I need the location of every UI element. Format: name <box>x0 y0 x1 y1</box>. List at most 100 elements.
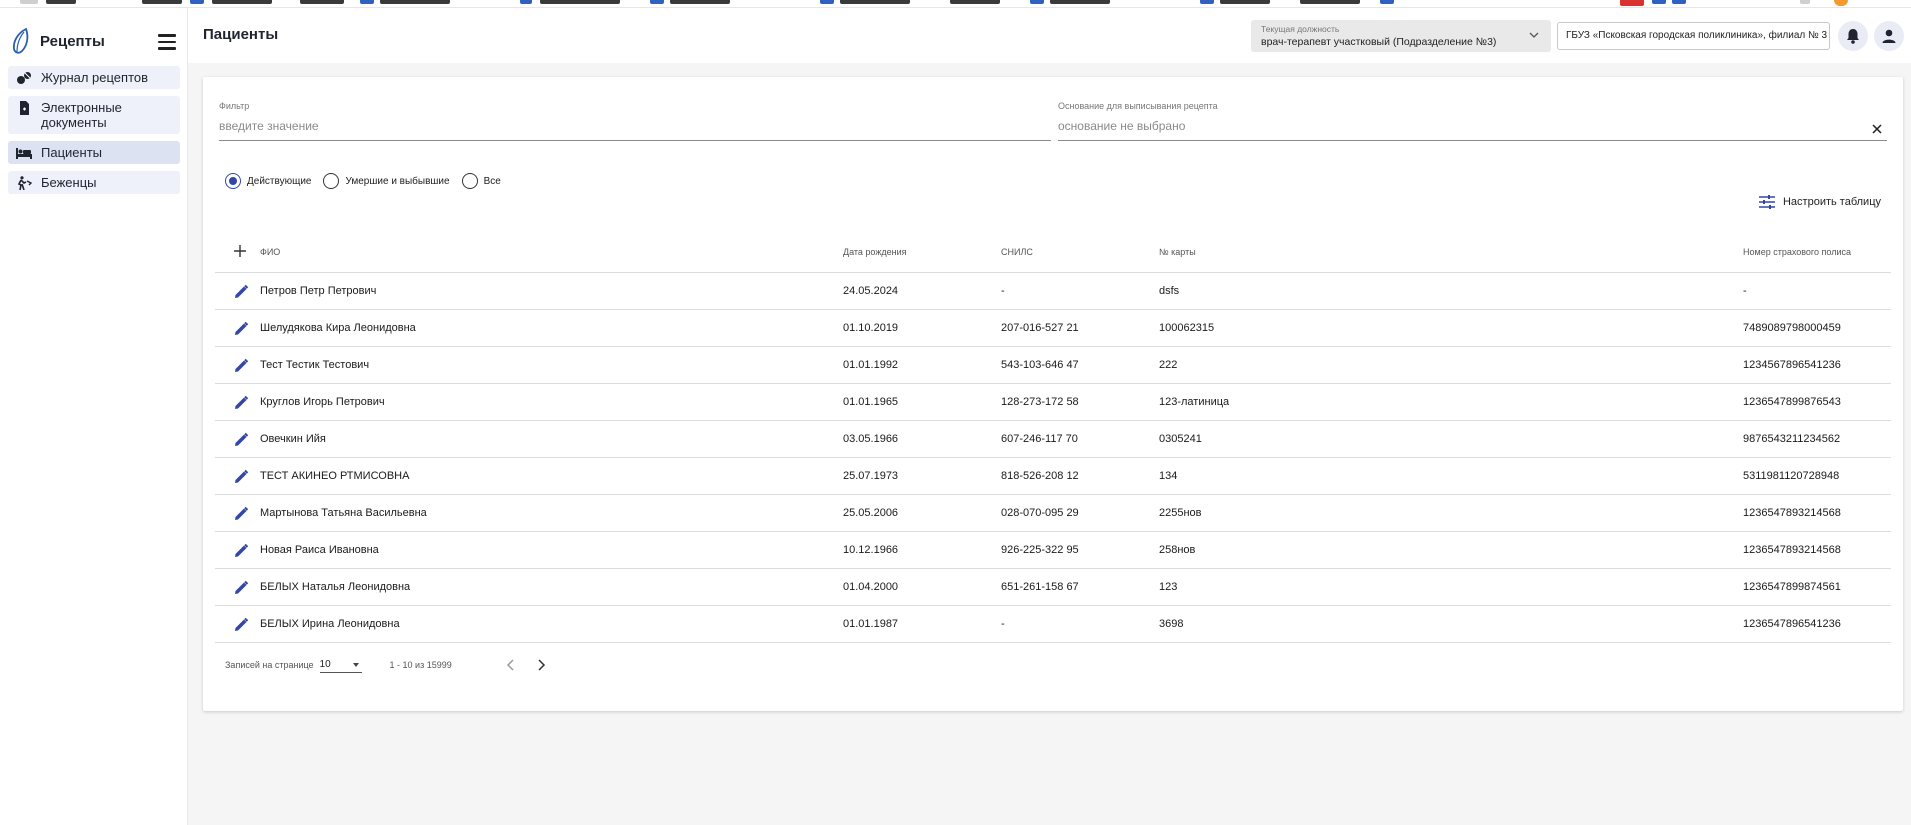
pagination: Записей на странице 10 1 - 10 из 15999 <box>225 657 548 673</box>
pills-icon <box>17 71 31 84</box>
next-page-button[interactable] <box>534 658 548 672</box>
radio-dot <box>461 173 478 189</box>
sidebar-nav: Журнал рецептов Электронные документы Па… <box>8 66 180 201</box>
radio-all[interactable]: Все <box>461 173 501 189</box>
per-page-value: 10 <box>319 659 331 670</box>
user-profile-button[interactable] <box>1874 21 1904 51</box>
cell-card-number: 0305241 <box>1159 433 1202 445</box>
organization-select[interactable]: ГБУЗ «Псковская городская поликлиника», … <box>1557 22 1830 50</box>
cell-snils: - <box>1001 618 1005 630</box>
cell-birth-date: 25.07.1973 <box>843 470 899 482</box>
cell-birth-date: 03.05.1966 <box>843 433 899 445</box>
edit-pencil-icon[interactable] <box>233 469 249 485</box>
cell-name: БЕЛЫХ Наталья Леонидовна <box>260 581 411 593</box>
edit-pencil-icon[interactable] <box>233 506 249 522</box>
cell-name: Мартынова Татьяна Васильевна <box>260 507 427 519</box>
sidebar-item-label: Журнал рецептов <box>41 70 149 85</box>
sidebar-item-prescription-journal[interactable]: Журнал рецептов <box>8 66 180 89</box>
cell-birth-date: 24.05.2024 <box>843 285 899 297</box>
cell-policy-number: 7489089798000459 <box>1743 322 1841 334</box>
per-page-caption: Записей на странице <box>225 660 314 670</box>
cell-card-number: 258нов <box>1159 544 1196 556</box>
table-row[interactable]: БЕЛЫХ Наталья Леонидовна 01.04.2000 651-26… <box>215 569 1891 606</box>
edit-pencil-icon[interactable] <box>233 432 249 448</box>
cell-policy-number: 1236547893214568 <box>1743 507 1841 519</box>
per-page-select[interactable]: 10 <box>319 657 362 673</box>
radio-dot <box>225 173 241 189</box>
radio-label: Все <box>483 175 501 187</box>
cell-name: БЕЛЫХ Ирина Леонидовна <box>260 618 400 630</box>
add-patient-button[interactable] <box>233 244 247 258</box>
column-header-policy-number[interactable]: Номер страхового полиса <box>1743 247 1851 257</box>
browser-bookmark-strip <box>0 0 1911 8</box>
table-row[interactable]: БЕЛЫХ Ирина Леонидовна 01.01.1987 - 3698 123… <box>215 606 1891 643</box>
basis-select[interactable]: основание не выбрано <box>1058 119 1887 133</box>
table-header: ФИО Дата рождения СНИЛС № карты Номер ст… <box>215 233 1891 273</box>
sidebar-item-label: Электронные документы <box>41 100 122 130</box>
close-icon[interactable] <box>1871 123 1883 135</box>
basis-caption: Основание для выписывания рецепта <box>1058 101 1218 111</box>
table-row[interactable]: Петров Петр Петрович 24.05.2024 - dsfs - <box>215 273 1891 310</box>
configure-table-button[interactable]: Настроить таблицу <box>1758 195 1881 209</box>
patients-card: Фильтр введите значение Основание для вы… <box>203 77 1903 711</box>
patients-table: ФИО Дата рождения СНИЛС № карты Номер ст… <box>215 233 1891 643</box>
table-row[interactable]: Овечкин Ийя 03.05.1966 607-246-117 70 03052… <box>215 421 1891 458</box>
radio-dot <box>323 173 340 189</box>
app-title: Рецепты <box>40 32 105 50</box>
edit-pencil-icon[interactable] <box>233 321 249 337</box>
previous-page-button[interactable] <box>504 658 518 672</box>
column-header-snils[interactable]: СНИЛС <box>1001 247 1033 257</box>
cell-name: Новая Раиса Ивановна <box>260 544 379 556</box>
cell-card-number: dsfs <box>1159 285 1180 297</box>
radio-active[interactable]: Действующие <box>225 173 311 189</box>
hamburger-menu-icon[interactable] <box>158 34 176 50</box>
cell-card-number: 3698 <box>1159 618 1184 630</box>
column-header-birth-date[interactable]: Дата рождения <box>843 247 907 257</box>
cell-card-number: 134 <box>1159 470 1178 482</box>
bell-icon <box>1847 29 1859 44</box>
cell-snils: 607-246-117 70 <box>1001 433 1078 445</box>
edit-pencil-icon[interactable] <box>233 580 249 596</box>
table-row[interactable]: Новая Раиса Ивановна 10.12.1966 926-225-32… <box>215 532 1891 569</box>
sidebar-item-refugees[interactable]: Беженцы <box>8 171 180 194</box>
edit-pencil-icon[interactable] <box>233 543 249 559</box>
brand[interactable]: Рецепты <box>10 24 105 58</box>
current-position-select[interactable]: Текущая должность врач-терапевт участков… <box>1251 20 1551 52</box>
edit-pencil-icon[interactable] <box>233 617 249 633</box>
user-icon <box>1882 29 1896 43</box>
radio-deceased-departed[interactable]: Умершие и выбывшие <box>323 173 450 189</box>
table-row[interactable]: Шелудякова Кира Леонидовна 01.10.2019 207-… <box>215 310 1891 347</box>
chevron-down-icon <box>1529 32 1539 38</box>
dropdown-arrow-icon <box>352 663 359 667</box>
document-icon <box>20 101 29 115</box>
cell-policy-number: 1236547899876543 <box>1743 396 1841 408</box>
filter-field[interactable]: Фильтр введите значение <box>219 101 1051 141</box>
filter-caption: Фильтр <box>219 101 250 111</box>
cell-policy-number: 5311981120728948 <box>1743 470 1840 482</box>
edit-pencil-icon[interactable] <box>233 358 249 374</box>
cell-name: Шелудякова Кира Леонидовна <box>260 322 416 334</box>
edit-pencil-icon[interactable] <box>233 284 249 300</box>
table-row[interactable]: Круглов Игорь Петрович 01.01.1965 128-273-… <box>215 384 1891 421</box>
column-header-card-number[interactable]: № карты <box>1159 247 1196 257</box>
cell-policy-number: - <box>1743 285 1747 297</box>
table-row[interactable]: Тест Тестик Тестович 01.01.1992 543-103-64… <box>215 347 1891 384</box>
edit-pencil-icon[interactable] <box>233 395 249 411</box>
cell-snils: 926-225-322 95 <box>1001 544 1079 556</box>
position-value: врач-терапевт участковый (Подразделение … <box>1261 36 1497 48</box>
sidebar-item-label: Беженцы <box>41 175 97 190</box>
table-row[interactable]: ТЕСТ АКИНЕО РТМИСОВНА 25.07.1973 818-526-2… <box>215 458 1891 495</box>
column-header-name[interactable]: ФИО <box>260 247 280 257</box>
cell-card-number: 100062315 <box>1159 322 1215 334</box>
cell-policy-number: 1236547899874561 <box>1743 581 1841 593</box>
basis-field[interactable]: Основание для выписывания рецепта основа… <box>1058 101 1887 141</box>
cell-policy-number: 9876543211234562 <box>1743 433 1841 445</box>
filter-input[interactable]: введите значение <box>219 119 1051 133</box>
sidebar-item-electronic-documents[interactable]: Электронные документы <box>8 96 180 134</box>
cell-snils: 818-526-208 12 <box>1001 470 1079 482</box>
table-row[interactable]: Мартынова Татьяна Васильевна 25.05.2006 02… <box>215 495 1891 532</box>
notifications-button[interactable] <box>1838 21 1868 51</box>
pagination-range: 1 - 10 из 15999 <box>389 660 452 670</box>
sidebar-item-patients[interactable]: Пациенты <box>8 141 180 164</box>
sidebar-item-label: Пациенты <box>41 145 102 160</box>
